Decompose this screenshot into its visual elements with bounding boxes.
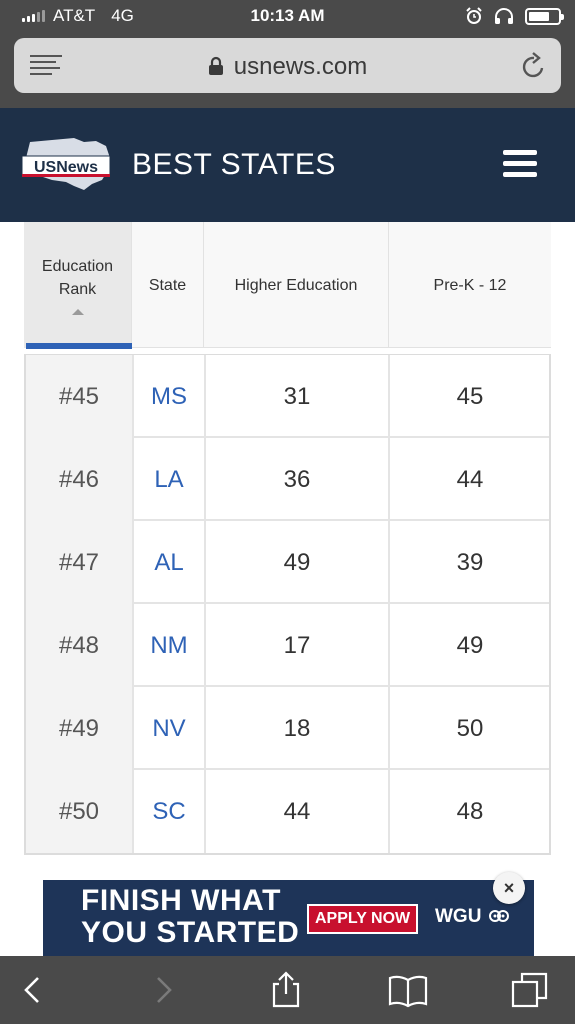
rank-cell: #45 [26,355,134,438]
state-link[interactable]: LA [134,438,206,521]
battery-icon [525,7,564,25]
column-header-education-rank[interactable]: Education Rank [24,222,132,349]
ad-banner[interactable]: FINISH WHAT YOU STARTED APPLY NOW WGU [43,880,534,956]
state-link[interactable]: SC [134,770,206,853]
logo-text: USNews [34,159,98,176]
higher-education-cell: 44 [206,770,390,853]
bookmarks-icon[interactable] [388,970,428,1010]
table-body: #45 MS 31 45 #46 LA 36 44 #47 AL 49 39 #… [24,354,551,855]
ad-brand-text: WGU [435,906,482,927]
ad-headline-line2: YOU STARTED [81,916,300,949]
higher-education-cell: 49 [206,521,390,604]
rank-cell: #50 [26,770,134,853]
state-link[interactable]: NV [134,687,206,770]
close-glyph: × [503,877,515,898]
back-icon[interactable] [14,970,54,1010]
rank-cell: #47 [26,521,134,604]
page-title: BEST STATES [132,148,336,181]
owl-icon [488,910,509,922]
share-icon[interactable] [266,970,306,1010]
column-label: State [148,276,187,294]
prek-12-cell: 50 [456,714,484,742]
url-text: usnews.com [233,53,368,80]
tabs-icon[interactable] [510,970,550,1010]
rank-cell: #48 [26,604,134,687]
status-bar: AT&T 4G 10:13 AM [0,0,575,34]
battery-fill [529,11,549,21]
table-header: Education Rank State Higher Education Pr… [24,222,551,349]
prek-12-cell: 44 [456,465,484,493]
table-row: #50 SC 44 48 [26,770,549,853]
prek-12-cell: 39 [456,548,484,576]
headphones-icon [495,8,513,24]
lock-icon [208,56,223,75]
table-row: #49 NV 18 50 [26,687,549,770]
reload-icon[interactable] [521,52,547,80]
browser-bar: usnews.com [0,34,575,108]
column-label: Higher Education [234,276,358,294]
rank-cell: #49 [26,687,134,770]
sort-indicator [26,343,132,349]
higher-education-cell: 31 [206,355,390,438]
column-header-prek-12[interactable]: Pre-K - 12 [389,222,551,348]
state-link[interactable]: NM [134,604,206,687]
address-bar[interactable]: usnews.com [14,38,561,93]
column-header-higher-education[interactable]: Higher Education [204,222,389,348]
state-link[interactable]: AL [134,521,206,604]
higher-education-cell: 18 [206,687,390,770]
higher-education-cell: 17 [206,604,390,687]
url-display[interactable]: usnews.com [14,53,561,81]
table-row: #46 LA 36 44 [26,438,549,521]
table-row: #45 MS 31 45 [26,355,549,438]
prek-12-cell: 45 [456,382,484,410]
column-label: Pre-K - 12 [433,276,507,294]
forward-icon[interactable] [142,970,182,1010]
prek-12-cell: 48 [456,797,484,825]
ad-headline-line1: FINISH WHAT [81,884,281,917]
site-header: USNews BEST STATES [0,108,575,222]
alarm-icon [466,7,482,24]
state-link[interactable]: MS [134,355,206,438]
prek-12-cell: 49 [456,631,484,659]
higher-education-cell: 36 [206,438,390,521]
usnews-logo[interactable]: USNews [22,136,114,194]
hamburger-icon[interactable] [503,150,537,180]
table-row: #47 AL 49 39 [26,521,549,604]
rank-cell: #46 [26,438,134,521]
status-right [465,7,564,25]
ad-brand-logo: WGU [435,906,509,928]
browser-toolbar [0,956,575,1024]
table-row: #48 NM 17 49 [26,604,549,687]
apply-now-button[interactable]: APPLY NOW [307,904,419,934]
close-icon[interactable]: × [493,872,525,904]
column-header-state[interactable]: State [132,222,204,348]
sort-ascending-icon [71,309,84,315]
column-label: Education Rank [41,258,114,298]
